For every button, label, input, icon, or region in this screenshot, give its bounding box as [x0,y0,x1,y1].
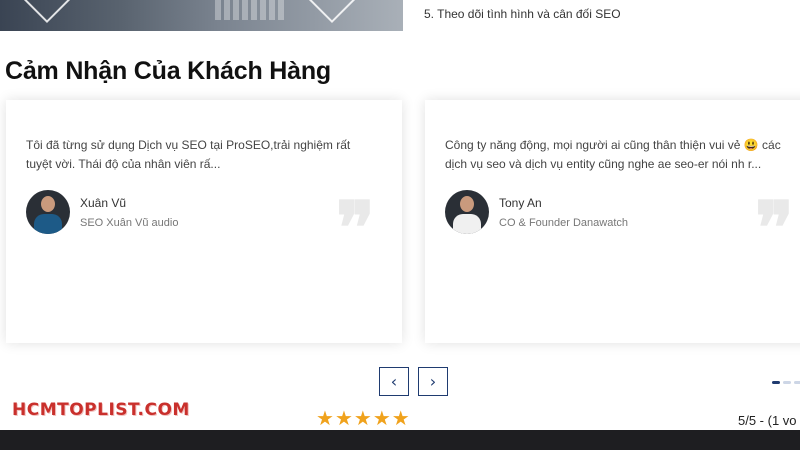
carousel-prev-button[interactable]: ‹ [379,367,409,396]
rating-summary: 5/5 - (1 vo [738,413,797,428]
carousel-dot[interactable] [783,381,791,384]
testimonial-text: Tôi đã từng sử dụng Dịch vụ SEO tại ProS… [26,138,351,171]
testimonial-card: Tôi đã từng sử dụng Dịch vụ SEO tại ProS… [6,100,402,343]
customer-name: Tony An [499,196,542,210]
quote-icon: ❞ [755,185,794,270]
customer-role: CO & Founder Danawatch [499,217,629,229]
step-list-item: 5. Theo dõi tình hình và cân đối SEO [424,7,621,21]
star-icon[interactable]: ★ [335,408,353,428]
avatar [445,190,489,234]
quote-icon: ❞ [336,185,375,270]
section-title: Cảm Nhận Của Khách Hàng [5,57,332,85]
star-icon[interactable]: ★ [354,408,372,428]
carousel-pagination [772,381,800,384]
carousel-next-button[interactable]: › [418,367,448,396]
testimonial-card: Công ty năng động, mọi người ai cũng thâ… [425,100,800,343]
decorative-diamond-icon [307,0,357,24]
customer-role: SEO Xuân Vũ audio [80,217,179,229]
decorative-diamond-icon [22,0,72,24]
carousel-dot-active[interactable] [772,381,780,384]
customer-name: Xuân Vũ [80,196,127,210]
star-icon[interactable]: ★ [392,408,410,428]
footer-bar [0,430,800,450]
hero-image [0,0,403,31]
carousel-dot[interactable] [794,381,800,384]
star-icon[interactable]: ★ [373,408,391,428]
star-icon[interactable]: ★ [316,408,334,428]
chevron-left-icon: ‹ [390,372,398,391]
site-logo[interactable]: HCMTOPLIST.COM [12,400,190,420]
chevron-right-icon: › [429,372,437,391]
star-rating[interactable]: ★ ★ ★ ★ ★ [316,408,410,428]
testimonial-text: Công ty năng động, mọi người ai cũng thâ… [445,138,781,171]
avatar [26,190,70,234]
keyboard-graphic [215,0,285,20]
